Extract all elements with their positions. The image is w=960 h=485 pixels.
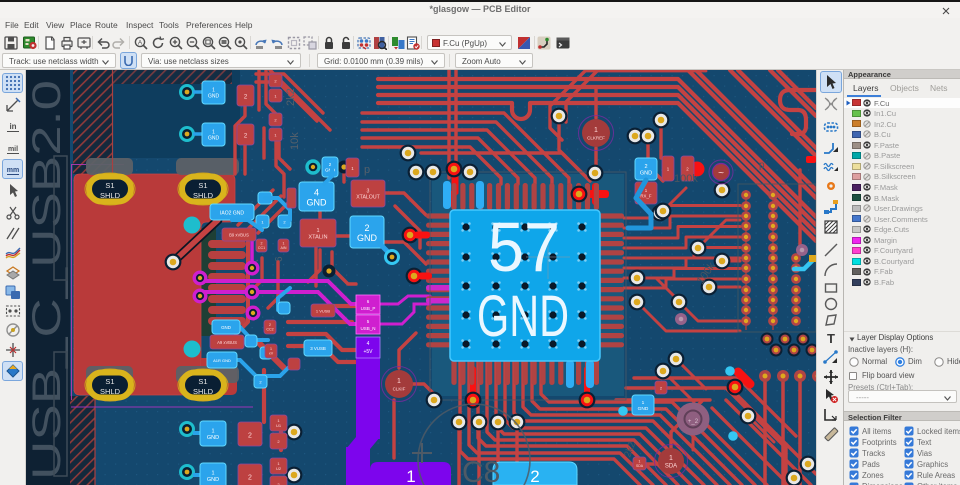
- svg-text:GND: GND: [640, 171, 652, 177]
- svg-text:AIN: AIN: [281, 246, 287, 250]
- svg-text:100k: 100k: [674, 173, 698, 185]
- svg-text:SDA: SDA: [636, 464, 644, 468]
- svg-text:GND: GND: [357, 233, 378, 243]
- svg-text:T: T: [827, 331, 835, 346]
- svg-text:xV: xV: [269, 352, 274, 356]
- svg-text:10k: 10k: [289, 132, 301, 150]
- svg-text:p: p: [759, 160, 765, 171]
- svg-text:SHLD: SHLD: [193, 387, 214, 396]
- svg-text:GND: GND: [207, 435, 219, 441]
- svg-text:3 VUSB: 3 VUSB: [310, 346, 326, 351]
- svg-text:GND: GND: [207, 477, 219, 483]
- svg-text:A: A: [138, 39, 143, 46]
- svg-text:XTALOUT: XTALOUT: [356, 195, 380, 201]
- svg-text:A9 xVBUS: A9 xVBUS: [217, 340, 237, 345]
- svg-text:USB_N: USB_N: [360, 326, 375, 331]
- svg-text:GND: GND: [307, 198, 328, 208]
- svg-text:S1: S1: [105, 377, 114, 386]
- svg-text:IAO2 GND: IAO2 GND: [220, 211, 244, 217]
- svg-text:GND: GND: [208, 94, 220, 100]
- svg-text:1: 1: [594, 127, 598, 134]
- svg-text:mil: mil: [8, 146, 18, 153]
- svg-text:1: 1: [211, 429, 214, 435]
- svg-text:in: in: [9, 122, 16, 131]
- svg-text:+_2: +_2: [688, 419, 699, 425]
- svg-text:CC2: CC2: [266, 328, 273, 332]
- svg-text:~: ~: [718, 168, 724, 179]
- svg-text:XTALIN: XTALIN: [308, 235, 327, 241]
- svg-text:2: 2: [530, 467, 539, 485]
- svg-text:1: 1: [397, 378, 401, 385]
- svg-text:p: p: [364, 164, 370, 176]
- svg-text:4: 4: [367, 341, 370, 347]
- svg-text:1: 1: [669, 455, 673, 462]
- svg-text:2k2: 2k2: [285, 88, 297, 106]
- svg-text:6: 6: [274, 256, 285, 262]
- svg-text:1: 1: [642, 400, 645, 406]
- svg-text:GND: GND: [221, 325, 231, 330]
- svg-text:CC1: CC1: [258, 246, 265, 250]
- svg-text:C8: C8: [462, 456, 500, 485]
- svg-text:GND: GND: [208, 136, 220, 142]
- svg-text:GND: GND: [477, 284, 569, 349]
- svg-text:2: 2: [644, 164, 647, 170]
- svg-text:57: 57: [488, 208, 560, 286]
- svg-text:SHLD: SHLD: [193, 191, 214, 200]
- svg-text:1: 1: [283, 242, 285, 246]
- svg-text:GND: GND: [638, 406, 649, 412]
- svg-text:1: 1: [211, 471, 214, 477]
- svg-text:CLKREF: CLKREF: [587, 136, 605, 141]
- svg-text:A1R GND: A1R GND: [213, 358, 231, 363]
- svg-text:2: 2: [269, 323, 271, 327]
- svg-text:S1: S1: [198, 377, 207, 386]
- svg-text:+5V: +5V: [363, 349, 373, 355]
- svg-text:U2: U2: [276, 466, 282, 471]
- svg-text:USB_P: USB_P: [361, 306, 376, 311]
- svg-text:1: 1: [270, 347, 272, 351]
- svg-text:SHLD: SHLD: [100, 191, 121, 200]
- svg-text:U1: U1: [276, 423, 282, 428]
- svg-text:4: 4: [314, 188, 319, 198]
- svg-text:SDA: SDA: [665, 464, 677, 470]
- svg-text:RX_F: RX_F: [640, 193, 652, 198]
- svg-text:1: 1: [316, 228, 319, 234]
- svg-text:B9 xVBUS: B9 xVBUS: [229, 233, 249, 238]
- svg-text:2: 2: [248, 433, 252, 440]
- svg-text:1: 1: [406, 467, 415, 485]
- svg-text:SHLD: SHLD: [100, 387, 121, 396]
- svg-text:S1: S1: [198, 181, 207, 190]
- svg-text:1 VUSB: 1 VUSB: [316, 309, 331, 314]
- svg-text:2: 2: [261, 242, 263, 246]
- svg-text:S1: S1: [105, 181, 114, 190]
- svg-text:2: 2: [248, 475, 252, 482]
- svg-text:CLKIF: CLKIF: [393, 387, 406, 392]
- svg-text:mm: mm: [7, 167, 19, 174]
- svg-text:2: 2: [364, 223, 369, 233]
